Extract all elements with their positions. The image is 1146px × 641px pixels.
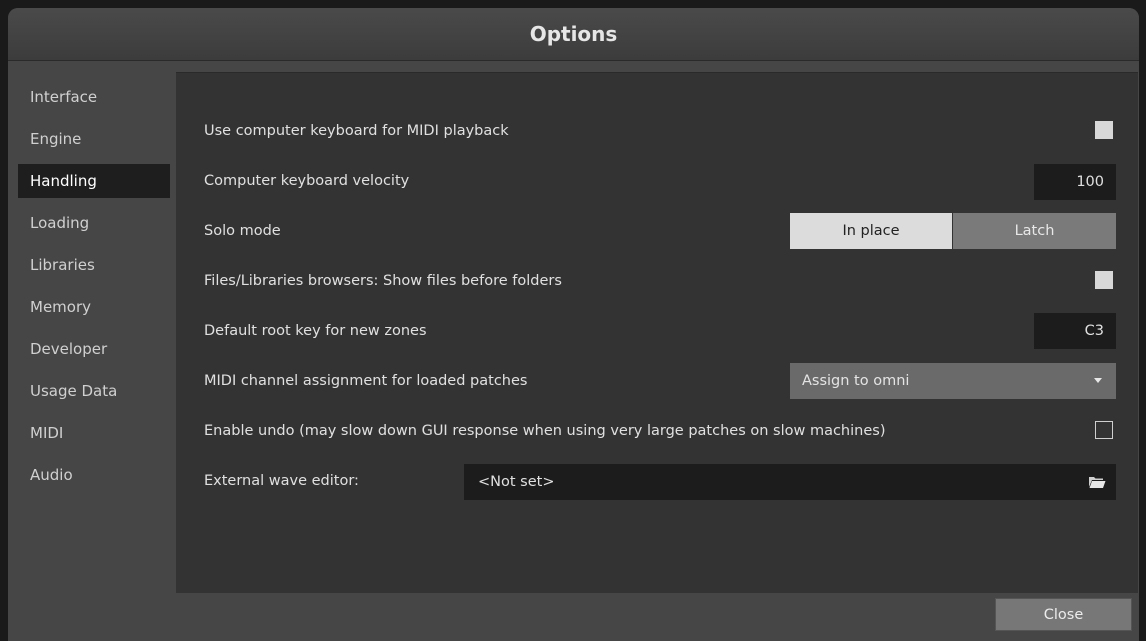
wave-editor-path-field[interactable]: <Not set>: [464, 464, 1116, 500]
sidebar-item-engine[interactable]: Engine: [18, 122, 170, 156]
sidebar-item-developer[interactable]: Developer: [18, 332, 170, 366]
handling-settings-panel: Use computer keyboard for MIDI playback …: [176, 72, 1138, 593]
midi-channel-value: Assign to omni: [802, 373, 910, 389]
window-title: Options: [529, 22, 618, 46]
solo-mode-in-place-button[interactable]: In place: [790, 213, 952, 249]
files-first-label: Files/Libraries browsers: Show files bef…: [204, 273, 562, 289]
chevron-down-icon: [1094, 378, 1102, 383]
close-button[interactable]: Close: [995, 598, 1132, 631]
folder-icon[interactable]: [1088, 475, 1106, 489]
options-window: Options Interface Engine Handling Loadin…: [8, 8, 1139, 641]
undo-checkbox[interactable]: [1095, 421, 1113, 439]
midi-playback-label: Use computer keyboard for MIDI playback: [204, 123, 509, 139]
sidebar-item-memory[interactable]: Memory: [18, 290, 170, 324]
sidebar-item-libraries[interactable]: Libraries: [18, 248, 170, 282]
midi-playback-checkbox[interactable]: [1095, 121, 1113, 139]
root-key-label: Default root key for new zones: [204, 323, 427, 339]
solo-mode-label: Solo mode: [204, 223, 281, 239]
wave-editor-value: <Not set>: [478, 474, 555, 490]
sidebar-item-midi[interactable]: MIDI: [18, 416, 170, 450]
undo-label: Enable undo (may slow down GUI response …: [204, 423, 886, 439]
root-key-field[interactable]: C3: [1034, 313, 1116, 349]
sidebar-item-interface[interactable]: Interface: [18, 80, 170, 114]
sidebar-item-handling[interactable]: Handling: [18, 164, 170, 198]
sidebar: Interface Engine Handling Loading Librar…: [8, 70, 173, 590]
midi-channel-dropdown[interactable]: Assign to omni: [790, 363, 1116, 399]
solo-mode-latch-button[interactable]: Latch: [953, 213, 1116, 249]
sidebar-item-usage-data[interactable]: Usage Data: [18, 374, 170, 408]
sidebar-item-loading[interactable]: Loading: [18, 206, 170, 240]
velocity-field[interactable]: 100: [1034, 164, 1116, 200]
sidebar-item-audio[interactable]: Audio: [18, 458, 170, 492]
files-first-checkbox[interactable]: [1095, 271, 1113, 289]
velocity-label: Computer keyboard velocity: [204, 173, 410, 189]
wave-editor-label: External wave editor:: [204, 473, 359, 489]
midi-channel-label: MIDI channel assignment for loaded patch…: [204, 373, 528, 389]
title-bar: Options: [8, 8, 1139, 61]
